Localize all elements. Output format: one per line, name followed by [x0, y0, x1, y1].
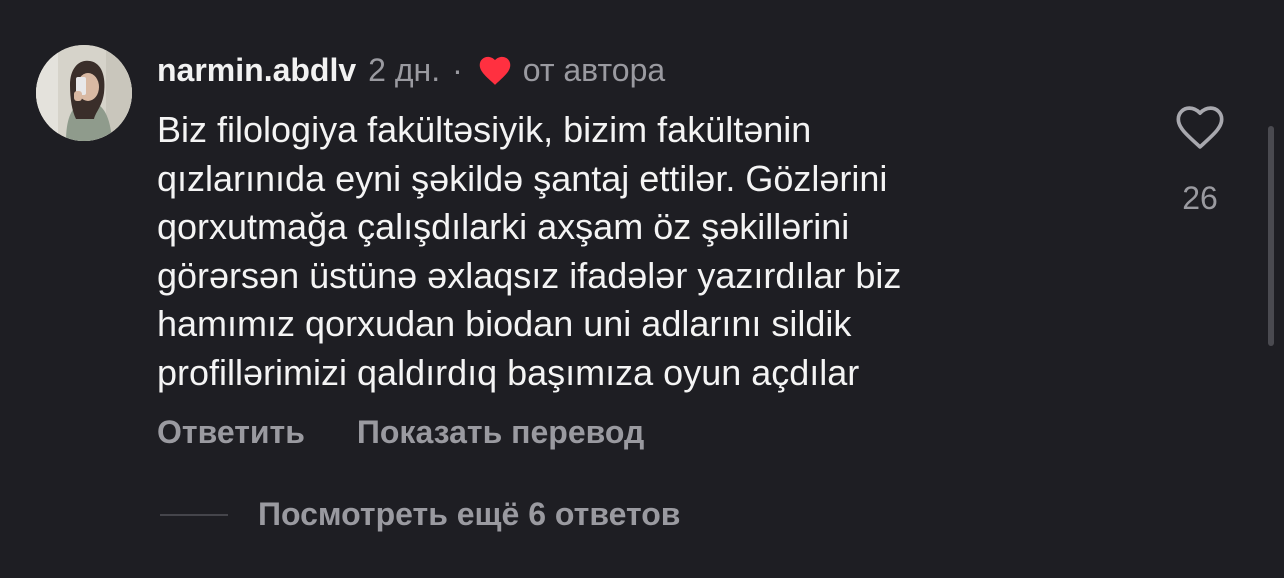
- heart-outline-icon: [1176, 106, 1224, 149]
- comment-text: Biz filologiya fakültəsiyik, bizim fakül…: [157, 106, 1117, 397]
- comment-actions: Ответить Показать перевод: [157, 414, 644, 451]
- author-liked-label: от автора: [522, 51, 666, 88]
- username[interactable]: narmin.abdlv: [157, 52, 356, 89]
- show-translation-button[interactable]: Показать перевод: [357, 414, 644, 451]
- like-count: 26: [1182, 180, 1218, 216]
- replies-divider: [160, 513, 228, 516]
- comment-text-line: qızlarınıda eyni şəkildə şantaj ettilər.…: [157, 157, 888, 199]
- comment-item: narmin.abdlv 2 дн. · от автора Biz filol…: [0, 0, 1284, 578]
- comment-time: 2 дн.: [368, 51, 441, 88]
- avatar[interactable]: [36, 45, 132, 141]
- comment-header: narmin.abdlv 2 дн. · от автора: [157, 48, 665, 92]
- comment-text-line: profillərimizi qaldırdıq başımıza oyun a…: [157, 351, 860, 393]
- red-heart-icon: [477, 54, 513, 86]
- view-replies-button[interactable]: Посмотреть ещё 6 ответов: [160, 496, 680, 533]
- comment-text-line: qorxutmağa çalışdılarki axşam öz şəkillə…: [157, 206, 850, 247]
- separator-dot: ·: [452, 51, 463, 88]
- avatar-photo: [36, 45, 132, 141]
- comment-text-line: hamımız qorxudan biodan uni adlarını sil…: [157, 303, 852, 344]
- reply-button[interactable]: Ответить: [157, 414, 305, 451]
- like-button[interactable]: [1174, 103, 1226, 151]
- comment-text-line: görərsən üstünə əxlaqsız ifadələr yazırd…: [157, 254, 902, 296]
- view-replies-label: Посмотреть ещё 6 ответов: [258, 496, 681, 532]
- comment-text-line: Biz filologiya fakültəsiyik, bizim fakül…: [157, 109, 812, 150]
- scrollbar[interactable]: [1268, 126, 1274, 346]
